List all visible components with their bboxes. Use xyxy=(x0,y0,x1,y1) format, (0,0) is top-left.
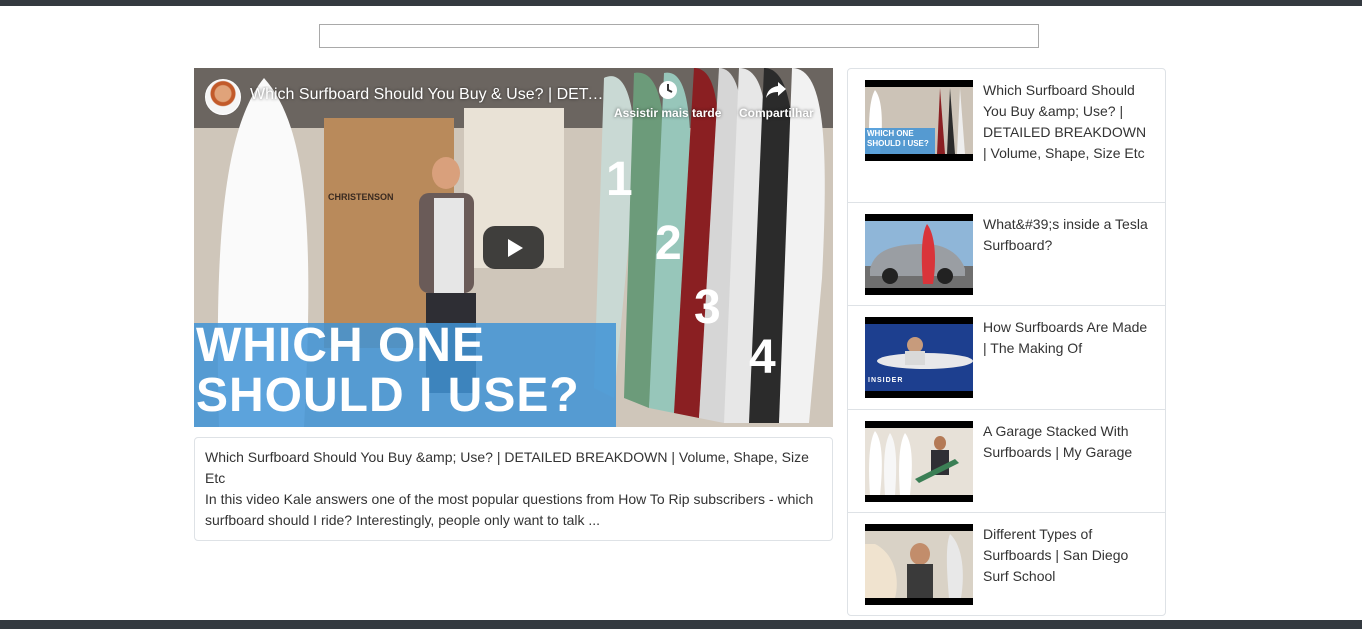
video-description-card: Which Surfboard Should You Buy &amp; Use… xyxy=(194,437,833,541)
related-title-5[interactable]: Different Types of Surfboards | San Dieg… xyxy=(983,524,1148,587)
related-thumbnail-3[interactable] xyxy=(865,317,973,398)
related-video-5[interactable]: Different Types of Surfboards | San Dieg… xyxy=(848,512,1165,615)
play-button[interactable] xyxy=(483,226,544,269)
related-video-4[interactable]: A Garage Stacked With Surfboards | My Ga… xyxy=(848,409,1165,512)
related-thumbnail-text-3: INSIDER xyxy=(868,377,904,384)
related-thumbnail-2[interactable] xyxy=(865,214,973,295)
related-title-2[interactable]: What&#39;s inside a Tesla Surfboard? xyxy=(983,214,1148,256)
description-title: Which Surfboard Should You Buy &amp; Use… xyxy=(205,449,809,486)
related-thumbnail-5[interactable] xyxy=(865,524,973,605)
description-text: In this video Kale answers one of the mo… xyxy=(205,491,814,528)
bottom-bar xyxy=(0,620,1362,629)
search-input[interactable] xyxy=(319,24,1039,48)
share-label: Compartilhar xyxy=(739,106,814,120)
watch-later-button[interactable]: Assistir mais tarde xyxy=(614,80,721,120)
channel-avatar[interactable] xyxy=(205,79,241,115)
related-title-3[interactable]: How Surfboards Are Made | The Making Of xyxy=(983,317,1148,359)
shop-sign-text: CHRISTENSON xyxy=(328,192,394,202)
related-video-3[interactable]: INSIDER How Surfboards Are Made | The Ma… xyxy=(848,305,1165,409)
related-videos-list: WHICH ONE SHOULD I USE? Which Surfboard … xyxy=(847,68,1166,616)
clock-icon xyxy=(614,80,721,100)
video-title-overlay[interactable]: Which Surfboard Should You Buy & Use? | … xyxy=(250,86,612,104)
board-number-2: 2 xyxy=(655,217,682,270)
related-video-1[interactable]: WHICH ONE SHOULD I USE? Which Surfboard … xyxy=(848,69,1165,202)
related-title-4[interactable]: A Garage Stacked With Surfboards | My Ga… xyxy=(983,421,1148,463)
share-button[interactable]: Compartilhar xyxy=(739,80,814,120)
overlay-line-1: WHICH ONE xyxy=(196,319,485,372)
board-number-3: 3 xyxy=(694,281,721,334)
watch-later-label: Assistir mais tarde xyxy=(614,106,722,120)
related-thumbnail-text-1: WHICH ONE SHOULD I USE? xyxy=(867,129,929,148)
related-title-1[interactable]: Which Surfboard Should You Buy &amp; Use… xyxy=(983,80,1148,164)
board-number-1: 1 xyxy=(606,153,633,206)
overlay-line-2: SHOULD I USE? xyxy=(196,369,580,422)
related-video-2[interactable]: What&#39;s inside a Tesla Surfboard? xyxy=(848,202,1165,305)
top-bar xyxy=(0,0,1362,6)
board-number-4: 4 xyxy=(749,331,776,384)
related-thumbnail-4[interactable] xyxy=(865,421,973,502)
share-icon xyxy=(739,80,814,100)
